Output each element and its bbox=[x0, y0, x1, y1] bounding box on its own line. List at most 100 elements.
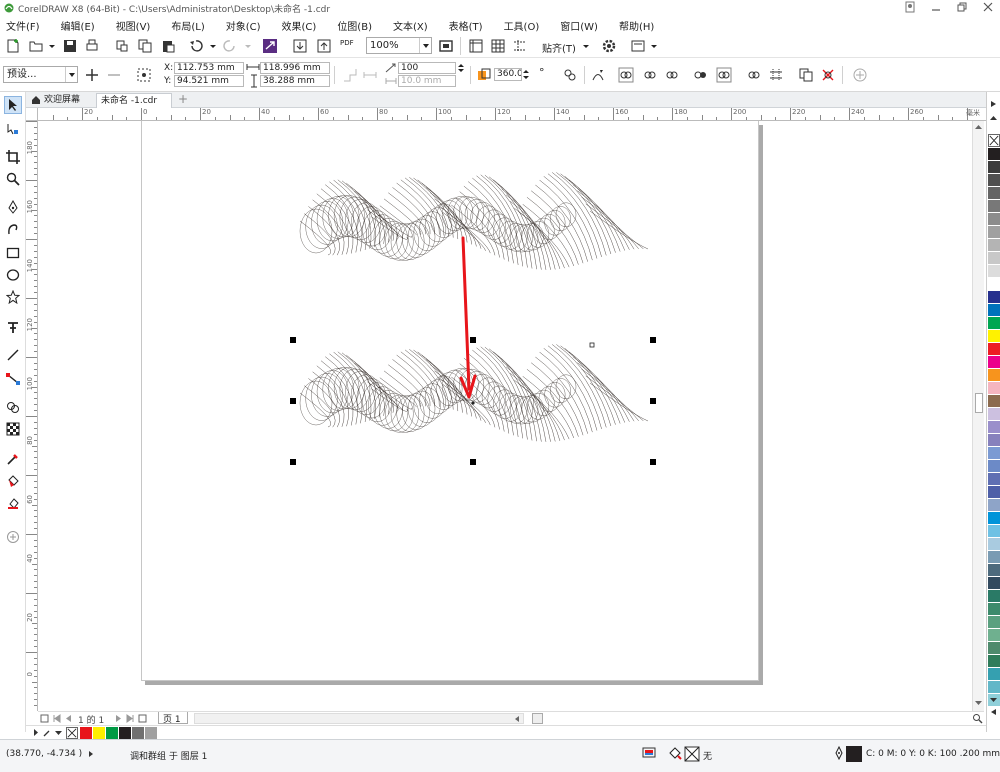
chevron-down-icon[interactable] bbox=[419, 38, 431, 53]
launcher-dropdown-icon[interactable] bbox=[646, 38, 662, 54]
document-color-swatch[interactable] bbox=[80, 727, 92, 739]
counterclockwise-blend-icon[interactable] bbox=[664, 67, 680, 83]
outline-color-swatch[interactable] bbox=[846, 746, 862, 762]
interactive-fill-tool[interactable] bbox=[4, 472, 22, 490]
document-color-swatch[interactable] bbox=[93, 727, 105, 739]
menu-window[interactable]: 窗口(W) bbox=[560, 16, 606, 33]
blend-direction-angle-field[interactable]: 360.0 bbox=[494, 68, 522, 81]
palette-color-swatch[interactable] bbox=[988, 330, 1000, 343]
minimize-icon[interactable] bbox=[930, 1, 942, 13]
menu-object[interactable]: 对象(C) bbox=[226, 16, 269, 33]
palette-color-swatch[interactable] bbox=[988, 668, 1000, 681]
palette-color-swatch[interactable] bbox=[988, 421, 1000, 434]
palette-color-swatch[interactable] bbox=[988, 343, 1000, 356]
status-expand-icon[interactable] bbox=[88, 750, 94, 758]
restore-icon[interactable] bbox=[956, 1, 968, 13]
vertical-scroll-thumb[interactable] bbox=[975, 393, 983, 413]
palette-color-swatch[interactable] bbox=[988, 499, 1000, 512]
loop-blend-icon[interactable] bbox=[562, 67, 578, 83]
palette-color-swatch[interactable] bbox=[988, 161, 1000, 174]
palette-color-swatch[interactable] bbox=[988, 590, 1000, 603]
y-position-field[interactable]: 94.521 mm bbox=[174, 75, 244, 87]
direct-blend-icon[interactable] bbox=[618, 67, 634, 83]
undo-icon[interactable] bbox=[188, 38, 204, 54]
palette-options-icon[interactable] bbox=[989, 114, 998, 122]
ellipse-tool[interactable] bbox=[4, 266, 22, 284]
palette-color-swatch[interactable] bbox=[988, 252, 1000, 265]
drawing-canvas[interactable] bbox=[38, 121, 984, 711]
zoom-tool[interactable] bbox=[4, 170, 22, 188]
horizontal-ruler[interactable]: 20 0 20 40 60 80 100 120 140 160 180 200 220 240 260 毫米 bbox=[38, 108, 988, 121]
shape-tool[interactable] bbox=[4, 120, 22, 138]
scroll-up-icon[interactable] bbox=[974, 123, 983, 131]
last-page-icon[interactable] bbox=[126, 714, 135, 723]
selection-handle[interactable] bbox=[290, 398, 296, 404]
no-fill-indicator-icon[interactable] bbox=[684, 746, 700, 762]
redo-dropdown-icon[interactable] bbox=[240, 38, 256, 54]
application-launcher-icon[interactable] bbox=[630, 38, 646, 54]
object-color-acceleration-icon[interactable] bbox=[692, 67, 708, 83]
new-tab-button[interactable]: + bbox=[174, 93, 188, 108]
artistic-media-tool[interactable] bbox=[4, 220, 22, 238]
tab-document[interactable]: 未命名 -1.cdr bbox=[96, 93, 172, 108]
palette-color-swatch[interactable] bbox=[988, 564, 1000, 577]
palette-color-swatch[interactable] bbox=[988, 382, 1000, 395]
copy-icon[interactable] bbox=[137, 38, 153, 54]
polygon-tool[interactable] bbox=[4, 288, 22, 306]
connector-tool[interactable] bbox=[4, 370, 22, 388]
blend-steps-mode-icon[interactable] bbox=[362, 67, 378, 83]
angle-spinner-icon[interactable] bbox=[522, 68, 530, 81]
open-dropdown-icon[interactable] bbox=[44, 38, 60, 54]
pick-tool[interactable] bbox=[4, 96, 22, 114]
crop-tool[interactable] bbox=[4, 148, 22, 166]
add-page-before-icon[interactable] bbox=[40, 714, 49, 723]
palette-color-swatch[interactable] bbox=[988, 642, 1000, 655]
menu-view[interactable]: 视图(V) bbox=[116, 16, 159, 33]
scroll-left-icon[interactable] bbox=[513, 715, 521, 723]
document-color-swatch[interactable] bbox=[132, 727, 144, 739]
palette-scroll-up-icon[interactable] bbox=[989, 100, 998, 108]
x-position-field[interactable]: 112.753 mm bbox=[174, 62, 244, 74]
interactive-blend-tool[interactable] bbox=[4, 398, 22, 416]
blend-steps-field[interactable]: 100 bbox=[398, 62, 456, 74]
horizontal-scrollbar[interactable] bbox=[194, 713, 524, 724]
palette-eyedropper-icon[interactable] bbox=[43, 728, 52, 737]
selection-handle[interactable] bbox=[470, 337, 476, 343]
color-proof-icon[interactable] bbox=[642, 746, 656, 760]
artwork-layer[interactable] bbox=[38, 121, 984, 711]
transparency-tool[interactable] bbox=[4, 420, 22, 438]
print-icon[interactable] bbox=[84, 38, 100, 54]
palette-color-swatch[interactable] bbox=[988, 213, 1000, 226]
palette-color-swatch[interactable] bbox=[988, 291, 1000, 304]
previous-page-icon[interactable] bbox=[64, 714, 73, 723]
paste-icon[interactable] bbox=[160, 38, 176, 54]
palette-color-swatch[interactable] bbox=[988, 434, 1000, 447]
selection-center-marker[interactable] bbox=[471, 401, 475, 405]
palette-color-swatch[interactable] bbox=[988, 239, 1000, 252]
snap-dropdown-icon[interactable] bbox=[578, 38, 594, 54]
steps-spinner-icon[interactable] bbox=[456, 62, 466, 74]
palette-color-swatch[interactable] bbox=[988, 551, 1000, 564]
palette-color-swatch[interactable] bbox=[988, 174, 1000, 187]
document-color-swatch[interactable] bbox=[106, 727, 118, 739]
add-page-after-icon[interactable] bbox=[138, 714, 147, 723]
blend-preset-combo[interactable]: 预设... bbox=[3, 66, 78, 83]
blend-spacing-field[interactable]: 10.0 mm bbox=[398, 75, 456, 87]
first-page-icon[interactable] bbox=[52, 714, 61, 723]
selection-handle[interactable] bbox=[470, 459, 476, 465]
menu-help[interactable]: 帮助(H) bbox=[619, 16, 662, 33]
palette-color-swatch[interactable] bbox=[988, 395, 1000, 408]
redo-icon[interactable] bbox=[222, 38, 238, 54]
save-icon[interactable] bbox=[62, 38, 78, 54]
text-tool[interactable] bbox=[4, 318, 22, 336]
palette-scroll-down-icon[interactable] bbox=[989, 696, 998, 704]
zoom-navigator-icon[interactable] bbox=[972, 713, 983, 724]
path-properties-icon[interactable] bbox=[590, 67, 606, 83]
new-document-icon[interactable] bbox=[5, 38, 21, 54]
parallel-dimension-tool[interactable] bbox=[4, 346, 22, 364]
palette-expand-icon[interactable] bbox=[989, 708, 998, 716]
eyedropper-tool[interactable] bbox=[4, 450, 22, 468]
selection-handle[interactable] bbox=[290, 337, 296, 343]
undo-dropdown-icon[interactable] bbox=[205, 38, 221, 54]
menu-table[interactable]: 表格(T) bbox=[449, 16, 491, 33]
